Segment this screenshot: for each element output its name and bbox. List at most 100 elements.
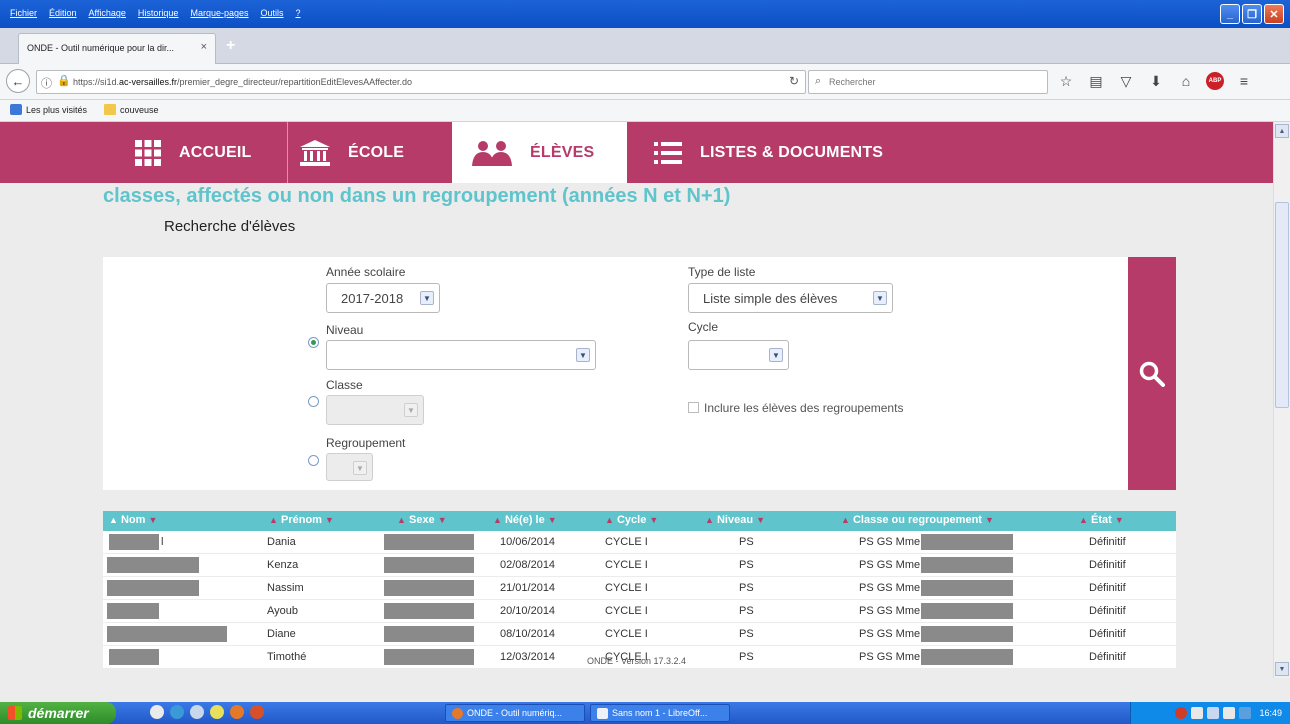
windows-taskbar: démarrer ONDE - Outil numériq... Sans no… — [0, 702, 1290, 724]
nav-eleves[interactable]: ÉLÈVES — [452, 122, 627, 183]
bookmark-folder-couveuse[interactable]: couveuse — [104, 104, 159, 115]
nav-listes-documents[interactable]: LISTES & DOCUMENTS — [654, 122, 883, 183]
firefox-icon — [452, 707, 463, 719]
column-nom[interactable]: ▲ Nom ▼ — [109, 514, 157, 526]
annee-scolaire-select[interactable]: 2017-2018 ▼ — [326, 283, 440, 313]
document-icon — [597, 707, 608, 719]
app-icon[interactable] — [250, 705, 264, 719]
download-icon[interactable]: ⬇ — [1146, 73, 1166, 90]
redacted-name — [107, 626, 227, 642]
tab-close-icon[interactable]: × — [201, 41, 207, 53]
ie-icon[interactable] — [170, 705, 184, 719]
menu-fichier[interactable]: Fichier — [10, 8, 37, 18]
menu-help[interactable]: ? — [296, 8, 301, 18]
restore-button[interactable]: ❐ — [1242, 4, 1262, 24]
start-button[interactable]: démarrer — [0, 702, 116, 724]
taskbar-item-onde[interactable]: ONDE - Outil numériq... — [445, 704, 585, 722]
media-icon[interactable] — [190, 705, 204, 719]
search-button[interactable] — [1128, 257, 1176, 490]
scroll-up-arrow-icon[interactable]: ▲ — [1275, 124, 1289, 138]
page-content: ACCUEIL ÉCOLE ÉLÈVES LISTES & DOCUMENTS … — [0, 122, 1273, 678]
column-prenom[interactable]: ▲ Prénom ▼ — [269, 514, 334, 526]
menu-affichage[interactable]: Affichage — [89, 8, 126, 18]
desktop-icon[interactable] — [150, 705, 164, 719]
type-liste-select[interactable]: Liste simple des élèves ▼ — [688, 283, 893, 313]
column-ne-le[interactable]: ▲ Né(e) le ▼ — [493, 514, 557, 526]
menu-historique[interactable]: Historique — [138, 8, 179, 18]
column-sexe[interactable]: ▲ Sexe ▼ — [397, 514, 447, 526]
back-button[interactable]: ← — [6, 69, 30, 93]
url-bar[interactable]: ⓘ 🔒 https://si1d.ac-versailles.fr/premie… — [36, 70, 806, 94]
search-bar[interactable]: ⌕ — [808, 70, 1048, 94]
include-regroupements-checkbox[interactable] — [688, 402, 699, 413]
close-window-button[interactable]: ✕ — [1264, 4, 1284, 24]
navigation-toolbar: ← ⓘ 🔒 https://si1d.ac-versailles.fr/prem… — [0, 64, 1290, 100]
nav-ecole[interactable]: ÉCOLE — [300, 122, 404, 183]
reload-icon[interactable]: ↻ — [789, 74, 799, 88]
chevron-down-icon: ▼ — [404, 403, 418, 417]
grid-icon — [135, 139, 161, 166]
table-row[interactable]: Diane 08/10/2014 CYCLE I PS PS GS Mme Dé… — [103, 623, 1176, 646]
nav-accueil[interactable]: ACCUEIL — [135, 122, 252, 183]
battery-icon[interactable] — [1223, 707, 1236, 719]
cycle-select[interactable]: ▼ — [688, 340, 789, 370]
regroupement-radio[interactable] — [308, 455, 319, 466]
menu-edition[interactable]: Édition — [49, 8, 77, 18]
include-regroupements-label: Inclure les élèves des regroupements — [704, 401, 904, 415]
system-tray: 16:49 — [1130, 702, 1290, 724]
page-scrollbar[interactable]: ▲ ▼ — [1273, 122, 1290, 678]
column-cycle[interactable]: ▲ Cycle ▼ — [605, 514, 658, 526]
column-etat[interactable]: ▲ État ▼ — [1079, 514, 1124, 526]
table-row[interactable]: Kenza 02/08/2014 CYCLE I PS PS GS Mme Dé… — [103, 554, 1176, 577]
reading-list-icon[interactable]: ▤ — [1086, 73, 1106, 90]
quick-launch — [150, 705, 264, 719]
menu-marque-pages[interactable]: Marque-pages — [190, 8, 248, 18]
annee-scolaire-label: Année scolaire — [326, 265, 406, 279]
classe-label: Classe — [326, 378, 363, 392]
chrome-icon[interactable] — [210, 705, 224, 719]
speaker-icon[interactable] — [1191, 707, 1204, 719]
url-text[interactable]: https://si1d.ac-versailles.fr/premier_de… — [73, 77, 412, 87]
table-header: ▲ Nom ▼ ▲ Prénom ▼ ▲ Sexe ▼ ▲ Né(e) le ▼… — [103, 511, 1176, 531]
info-icon[interactable]: ⓘ — [41, 75, 52, 91]
redacted-teacher — [921, 580, 1013, 596]
menu-outils[interactable]: Outils — [261, 8, 284, 18]
search-input[interactable] — [829, 74, 1039, 90]
redacted-sexe — [384, 626, 474, 642]
chevron-down-icon: ▼ — [873, 291, 887, 305]
results-table: ▲ Nom ▼ ▲ Prénom ▼ ▲ Sexe ▼ ▲ Né(e) le ▼… — [103, 511, 1176, 669]
table-row[interactable]: l Dania 10/06/2014 CYCLE I PS PS GS Mme … — [103, 531, 1176, 554]
table-row[interactable]: Nassim 21/01/2014 CYCLE I PS PS GS Mme D… — [103, 577, 1176, 600]
tab-title: ONDE - Outil numérique pour la dir... — [27, 43, 175, 53]
scroll-down-arrow-icon[interactable]: ▼ — [1275, 662, 1289, 676]
column-classe[interactable]: ▲ Classe ou regroupement ▼ — [841, 514, 994, 526]
new-tab-button[interactable]: + — [226, 37, 235, 55]
hamburger-menu-icon[interactable]: ≡ — [1234, 73, 1254, 89]
pocket-icon[interactable]: ▽ — [1116, 73, 1136, 90]
antivirus-icon[interactable] — [1175, 707, 1188, 719]
browser-menubar: Fichier Édition Affichage Historique Mar… — [0, 0, 1290, 28]
browser-tab-onde[interactable]: ONDE - Outil numérique pour la dir... × — [18, 33, 216, 64]
classe-select[interactable]: ▼ — [326, 395, 424, 425]
bookmark-most-visited[interactable]: Les plus visités — [10, 104, 87, 115]
firefox-icon[interactable] — [230, 705, 244, 719]
network-icon[interactable] — [1207, 707, 1220, 719]
table-row[interactable]: Ayoub 20/10/2014 CYCLE I PS PS GS Mme Dé… — [103, 600, 1176, 623]
column-niveau[interactable]: ▲ Niveau ▼ — [705, 514, 765, 526]
adblock-icon[interactable]: ABP — [1206, 72, 1224, 90]
classe-radio[interactable] — [308, 396, 319, 407]
search-icon: ⌕ — [815, 75, 822, 87]
display-icon[interactable] — [1239, 707, 1252, 719]
niveau-radio[interactable] — [308, 337, 319, 348]
scrollbar-thumb[interactable] — [1275, 202, 1289, 408]
bookmark-star-icon[interactable]: ☆ — [1056, 73, 1076, 90]
minimize-button[interactable]: _ — [1220, 4, 1240, 24]
taskbar-item-libreoffice[interactable]: Sans nom 1 - LibreOff... — [590, 704, 730, 722]
regroupement-select[interactable]: ▼ — [326, 453, 373, 481]
home-icon[interactable]: ⌂ — [1176, 73, 1196, 89]
niveau-select[interactable]: ▼ — [326, 340, 596, 370]
redacted-teacher — [921, 603, 1013, 619]
chevron-down-icon: ▼ — [353, 461, 367, 475]
chevron-down-icon: ▼ — [576, 348, 590, 362]
windows-logo-icon — [8, 706, 22, 720]
